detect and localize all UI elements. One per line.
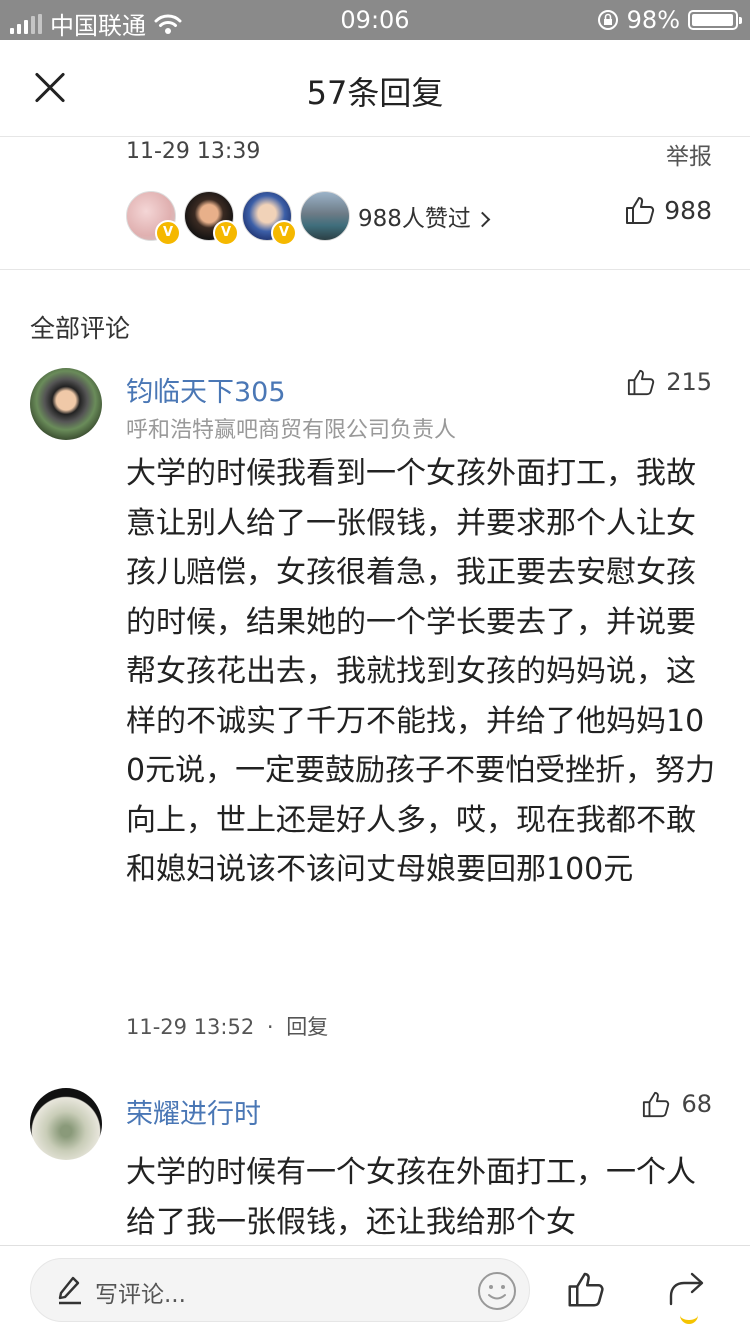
comment-input[interactable]: 写评论... [30,1258,530,1322]
avatar[interactable] [30,1088,102,1160]
meta-separator: · [266,1015,274,1039]
page-title: 57条回复 [306,74,444,112]
post-meta: 11-29 13:39 举报 V V V 988人赞过 988 [0,137,750,270]
verified-icon: V [271,220,297,246]
thumbs-up-icon[interactable] [566,1270,606,1308]
liker-avatars[interactable]: V V V [126,191,350,246]
smile-icon[interactable] [477,1271,517,1311]
report-button[interactable]: 举报 [666,137,712,171]
comment-placeholder: 写评论... [95,1282,186,1308]
comment-time: 11-29 13:52 [126,1015,255,1039]
battery-icon [688,10,742,30]
pen-icon [58,1276,81,1305]
post-like-button[interactable]: 988 [624,195,712,225]
share-icon[interactable] [666,1270,706,1308]
verified-icon: V [213,220,239,246]
comment-author[interactable]: 荣耀进行时 [126,1092,261,1131]
thumbs-up-icon [626,197,655,224]
battery-percent: 98% [626,6,680,34]
avatar[interactable] [30,368,102,440]
comment-author[interactable]: 钧临天下305 [126,370,286,409]
avatar[interactable]: V [126,191,181,246]
comment-like-button[interactable]: 68 [641,1090,712,1118]
comment-text: 大学的时候有一个女孩在外面打工，一个人给了我一张假钱，还让我给那个女 [126,1155,696,1240]
nav-bar: 57条回复 [0,40,750,137]
comment-text: 大学的时候我看到一个女孩外面打工，我故意让别人给了一张假钱，并要求那个人让女孩儿… [126,456,716,887]
reply-button[interactable]: 回复 [286,1015,328,1039]
likers-link[interactable]: 988人赞过 [358,199,491,233]
comment-like-count: 68 [681,1090,712,1118]
comment-meta: 11-29 13:52 · 回复 [126,1011,328,1041]
chevron-right-icon [474,211,491,228]
comment-author-title: 呼和浩特赢吧商贸有限公司负责人 [126,418,457,443]
section-title: 全部评论 [30,314,131,343]
post-date: 11-29 13:39 [126,139,261,164]
post-like-count: 988 [664,195,712,225]
avatar[interactable] [300,191,350,241]
thumbs-up-icon [643,1091,670,1118]
orientation-lock-icon [597,10,618,30]
comment-like-button[interactable]: 215 [626,368,712,396]
thumbs-up-icon [628,369,655,396]
verified-icon: V [155,220,181,246]
likers-text: 988人赞过 [358,206,471,232]
comment-like-count: 215 [666,368,712,396]
status-bar: 中国联通 09:06 98% [0,0,750,40]
avatar[interactable]: V [242,191,297,246]
avatar[interactable]: V [184,191,239,246]
bottom-bar: 写评论... [0,1245,750,1335]
